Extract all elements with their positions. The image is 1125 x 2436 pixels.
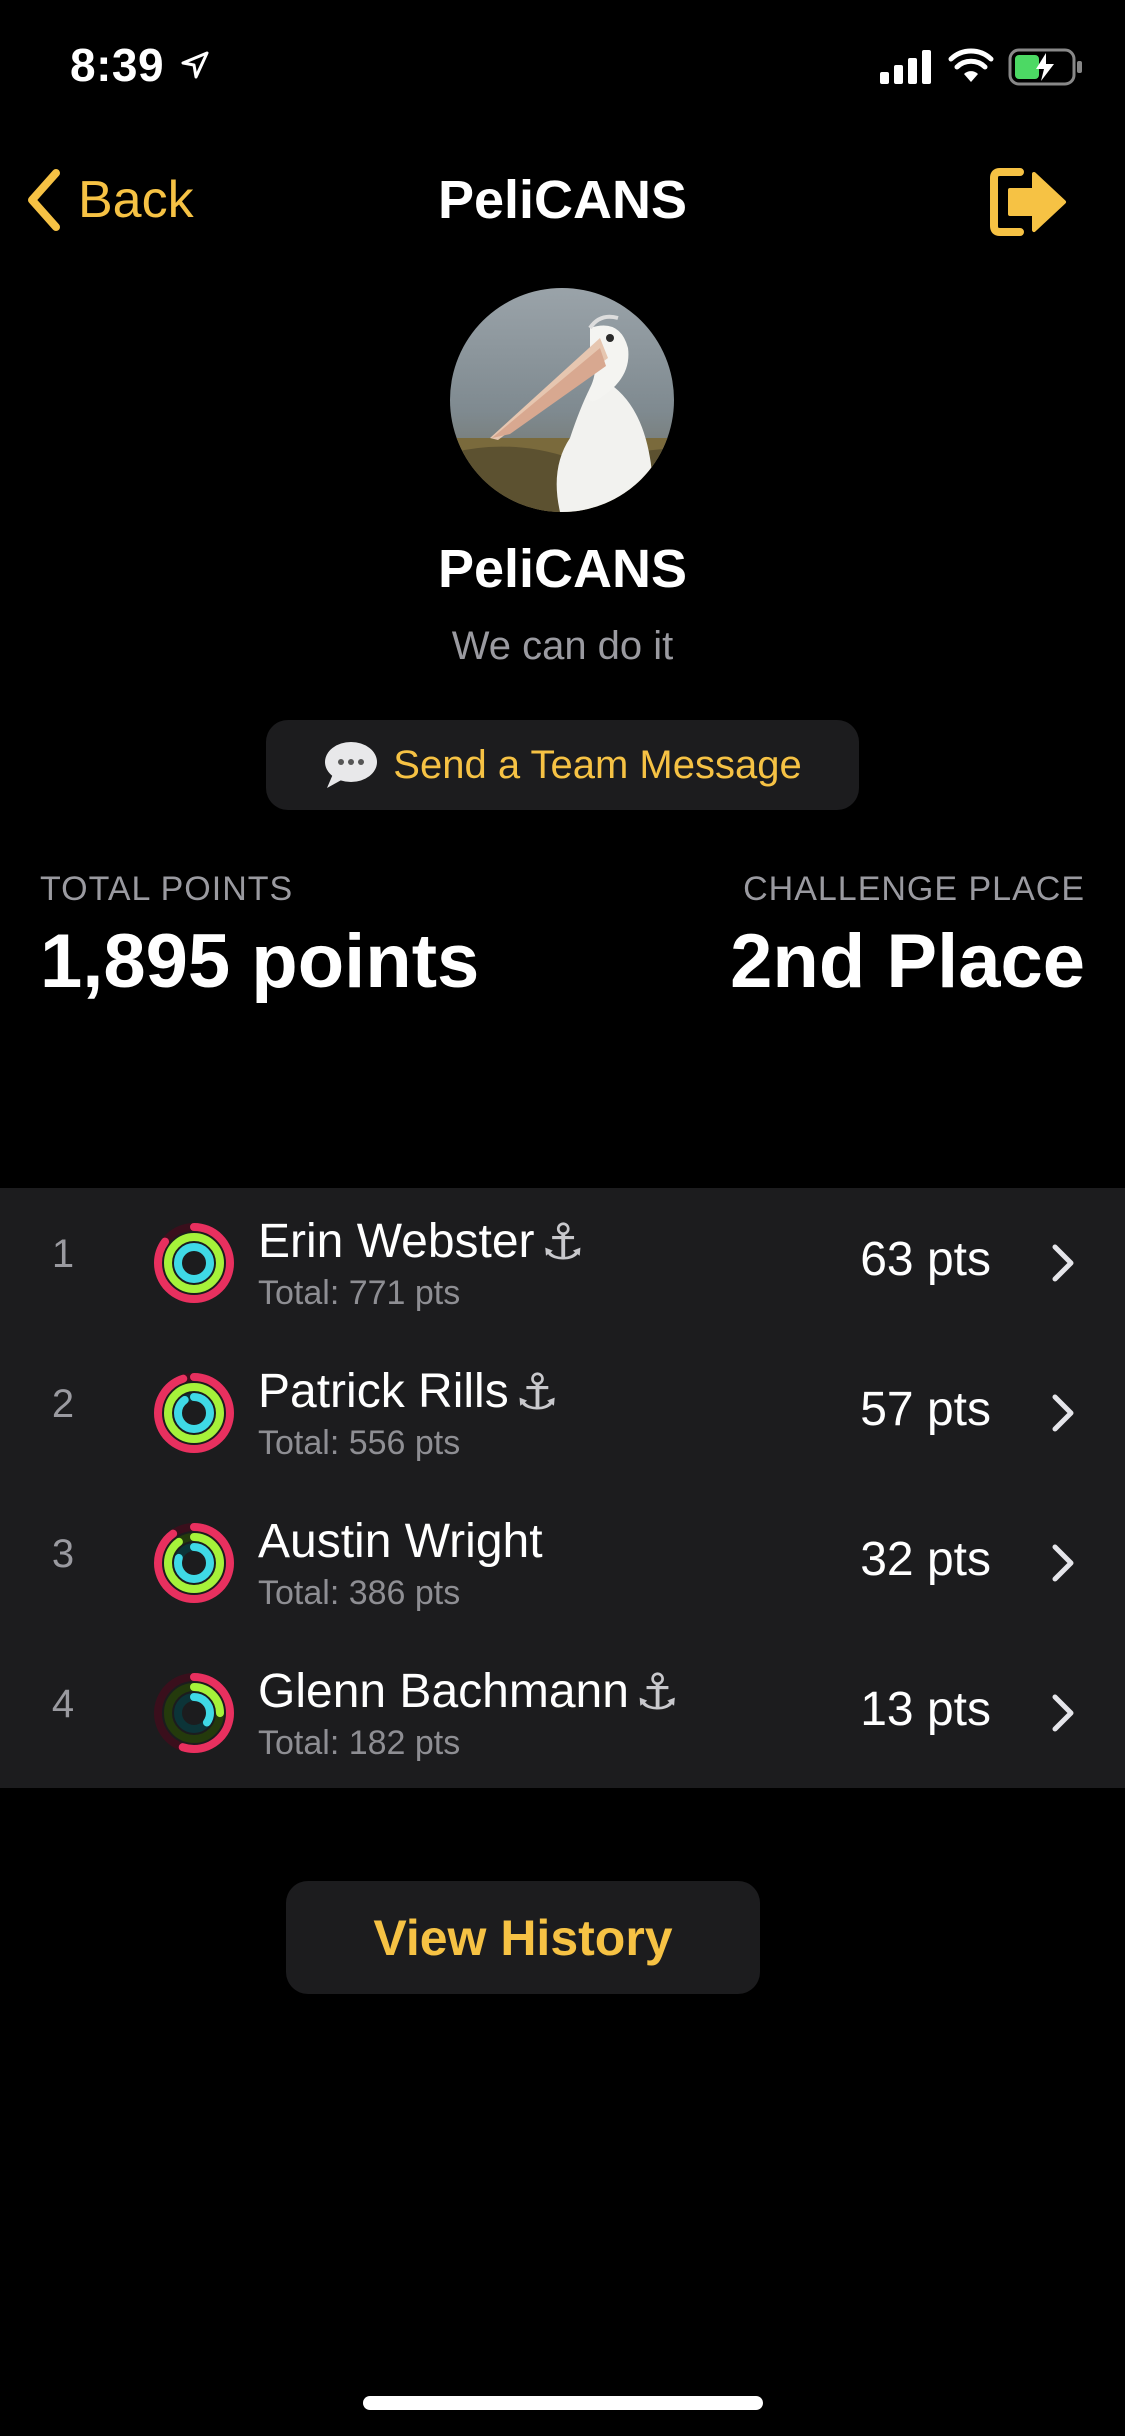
send-team-message-button[interactable]: Send a Team Message [266, 720, 859, 810]
challenge-place-label: CHALLENGE PLACE [743, 870, 1085, 908]
home-indicator[interactable] [363, 2396, 763, 2410]
team-avatar [450, 288, 674, 512]
wifi-icon [948, 48, 994, 82]
send-team-message-label: Send a Team Message [393, 742, 802, 787]
member-total: Total: 386 pts [258, 1574, 461, 1612]
member-name: Austin Wright [258, 1514, 549, 1569]
member-row[interactable]: 4 Glenn Bachmann ⚓ Total: 182 pts 13 pts [0, 1638, 1125, 1788]
member-name: Erin Webster ⚓ [258, 1214, 585, 1269]
member-points: 32 pts [860, 1533, 991, 1586]
team-name: PeliCANS [437, 539, 688, 599]
total-points-value: 1,895 points [40, 919, 480, 1004]
location-arrow-icon [181, 51, 209, 79]
activity-rings-icon [154, 1673, 234, 1753]
status-time: 8:39 [70, 39, 165, 91]
activity-rings-icon [154, 1373, 234, 1453]
stand-ring [174, 1243, 214, 1283]
team-motto: We can do it [451, 624, 674, 668]
member-name-text: Patrick Rills [258, 1365, 509, 1418]
member-rank: 2 [51, 1382, 75, 1426]
member-points: 63 pts [860, 1233, 991, 1286]
pelican-image [450, 288, 674, 512]
nav-title: PeliCANS [437, 170, 688, 230]
anchor-icon: ⚓ [540, 1213, 586, 1270]
member-rank: 3 [51, 1532, 75, 1576]
chevron-right-icon [1052, 1544, 1074, 1582]
member-row[interactable]: 3 Austin Wright Total: 386 pts 32 pts [0, 1488, 1125, 1638]
member-leaderboard: 1 Erin Webster ⚓ Total: 771 pts 63 pts 2… [0, 1188, 1125, 1788]
member-total: Total: 182 pts [258, 1724, 461, 1762]
anchor-icon: ⚓ [634, 1663, 680, 1720]
member-name-text: Glenn Bachmann [258, 1665, 629, 1718]
anchor-icon: ⚓ [514, 1363, 560, 1420]
member-points: 13 pts [860, 1683, 991, 1736]
member-row[interactable]: 2 Patrick Rills ⚓ Total: 556 pts 57 pts [0, 1338, 1125, 1488]
member-total: Total: 771 pts [258, 1274, 461, 1312]
member-name: Patrick Rills ⚓ [258, 1364, 560, 1419]
member-row[interactable]: 1 Erin Webster ⚓ Total: 771 pts 63 pts [0, 1188, 1125, 1338]
leave-team-icon[interactable] [990, 162, 1070, 242]
activity-rings-icon [154, 1223, 234, 1303]
chevron-right-icon [1052, 1244, 1074, 1282]
activity-rings-icon [154, 1523, 234, 1603]
challenge-place-value: 2nd Place [730, 919, 1085, 1004]
status-bar: 8:39 [0, 0, 1125, 140]
member-rank: 4 [51, 1682, 75, 1726]
member-name-text: Erin Webster [258, 1215, 535, 1268]
member-points: 57 pts [860, 1383, 991, 1436]
stand-ring [174, 1393, 214, 1433]
chevron-right-icon [1052, 1394, 1074, 1432]
chevron-right-icon [1052, 1694, 1074, 1732]
speech-bubble-icon [325, 742, 378, 788]
member-name: Glenn Bachmann ⚓ [258, 1664, 680, 1719]
member-total: Total: 556 pts [258, 1424, 461, 1462]
cellular-signal-icon [880, 50, 931, 84]
total-points-label: TOTAL POINTS [40, 870, 294, 908]
member-rank: 1 [51, 1232, 75, 1276]
member-name-text: Austin Wright [258, 1515, 543, 1568]
view-history-button[interactable]: View History [286, 1881, 760, 1994]
battery-charging-icon [1008, 48, 1082, 86]
